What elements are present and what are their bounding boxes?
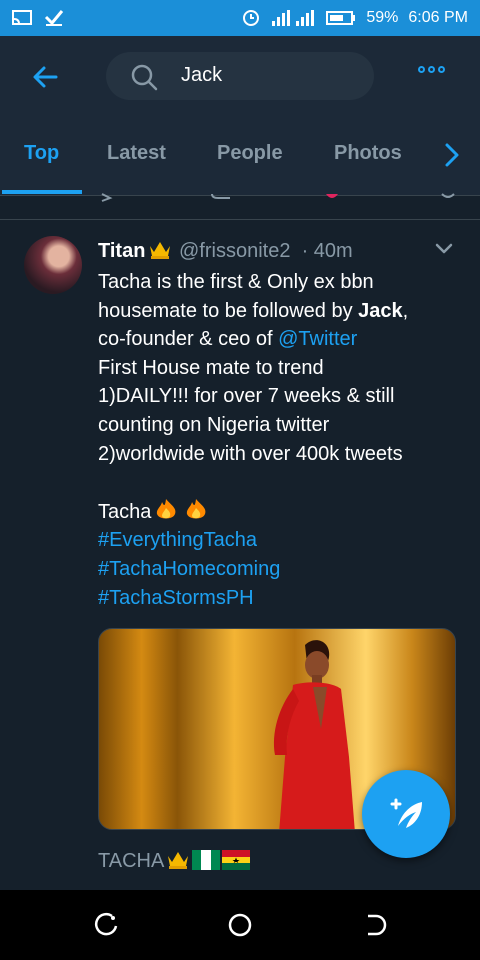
chevron-right-icon[interactable]: [442, 142, 462, 168]
tab-photos[interactable]: Photos: [334, 142, 402, 165]
tweet-header: Titan @frissonite2 · 40m: [98, 238, 353, 263]
compose-button[interactable]: [362, 770, 450, 858]
tweet-text: Tacha is the first & Only ex bbn housema…: [98, 268, 458, 612]
check-download-icon: [44, 10, 64, 26]
active-tab-indicator: [2, 190, 82, 194]
fire-emoji: [157, 498, 176, 519]
tweet-line: First House mate to trend: [98, 356, 324, 379]
share-icon[interactable]: [440, 192, 456, 202]
tab-top[interactable]: Top: [24, 142, 59, 165]
hashtag-link[interactable]: #TachaHomecoming: [98, 555, 458, 584]
system-nav-bar: [0, 890, 480, 960]
previous-tweet-actions: [0, 193, 480, 220]
top-bar: Jack: [0, 36, 480, 116]
back-icon[interactable]: [362, 912, 388, 938]
avatar[interactable]: [24, 236, 82, 294]
fire-emoji: [187, 498, 206, 519]
hashtag-link[interactable]: #EverythingTacha: [98, 526, 458, 555]
home-icon[interactable]: [227, 912, 253, 938]
more-icon[interactable]: [418, 66, 445, 73]
tweet-time: 40m: [313, 240, 353, 262]
highlighted-term: Jack: [358, 299, 403, 322]
retweet-icon[interactable]: [210, 192, 234, 202]
tweet-line: counting on Nigeria twitter: [98, 413, 330, 436]
compose-icon: [390, 798, 422, 828]
tweet-line: housemate to be followed by Jack,: [98, 299, 409, 322]
tab-people[interactable]: People: [217, 142, 283, 165]
clock: 6:06 PM: [408, 9, 468, 26]
search-tabs: Top Latest People Photos: [0, 116, 480, 196]
mention-link[interactable]: @Twitter: [278, 328, 357, 350]
tweet-line: co-founder & ceo of @Twitter: [98, 328, 358, 351]
search-input[interactable]: Jack: [106, 52, 374, 100]
crown-emoji: [168, 852, 189, 869]
author-name[interactable]: Titan: [98, 240, 145, 262]
battery-level: 59%: [366, 9, 399, 26]
ghana-flag: [222, 850, 251, 870]
person-figure: [273, 640, 355, 829]
signal-icon: [272, 10, 315, 26]
crown-emoji: [150, 242, 171, 259]
tweet-line: 1)DAILY!!! for over 7 weeks & still: [98, 385, 395, 408]
like-icon[interactable]: [324, 192, 340, 202]
battery-icon: [326, 11, 356, 25]
tweet-line: 2)worldwide with over 400k tweets: [98, 442, 403, 465]
tweet-line: Tacha is the first & Only ex bbn: [98, 271, 374, 293]
search-query: Jack: [181, 64, 223, 86]
search-icon: [131, 64, 158, 91]
tweet-line: Tacha: [98, 497, 458, 527]
recent-apps-icon[interactable]: [94, 912, 120, 938]
nigeria-flag: [192, 850, 221, 870]
author-handle[interactable]: @frissonite2: [179, 240, 290, 262]
status-bar: 59% 6:06 PM: [0, 0, 480, 36]
reply-icon[interactable]: [100, 192, 120, 202]
caret-down-icon[interactable]: [434, 242, 454, 256]
hashtag-link[interactable]: #TachaStormsPH: [98, 584, 458, 613]
media-caption: TACHA: [98, 848, 251, 873]
separator-dot: ·: [296, 240, 314, 262]
cast-icon: [12, 10, 32, 25]
tab-latest[interactable]: Latest: [107, 142, 166, 165]
alarm-icon: [243, 10, 260, 26]
back-arrow-icon[interactable]: [30, 62, 60, 92]
